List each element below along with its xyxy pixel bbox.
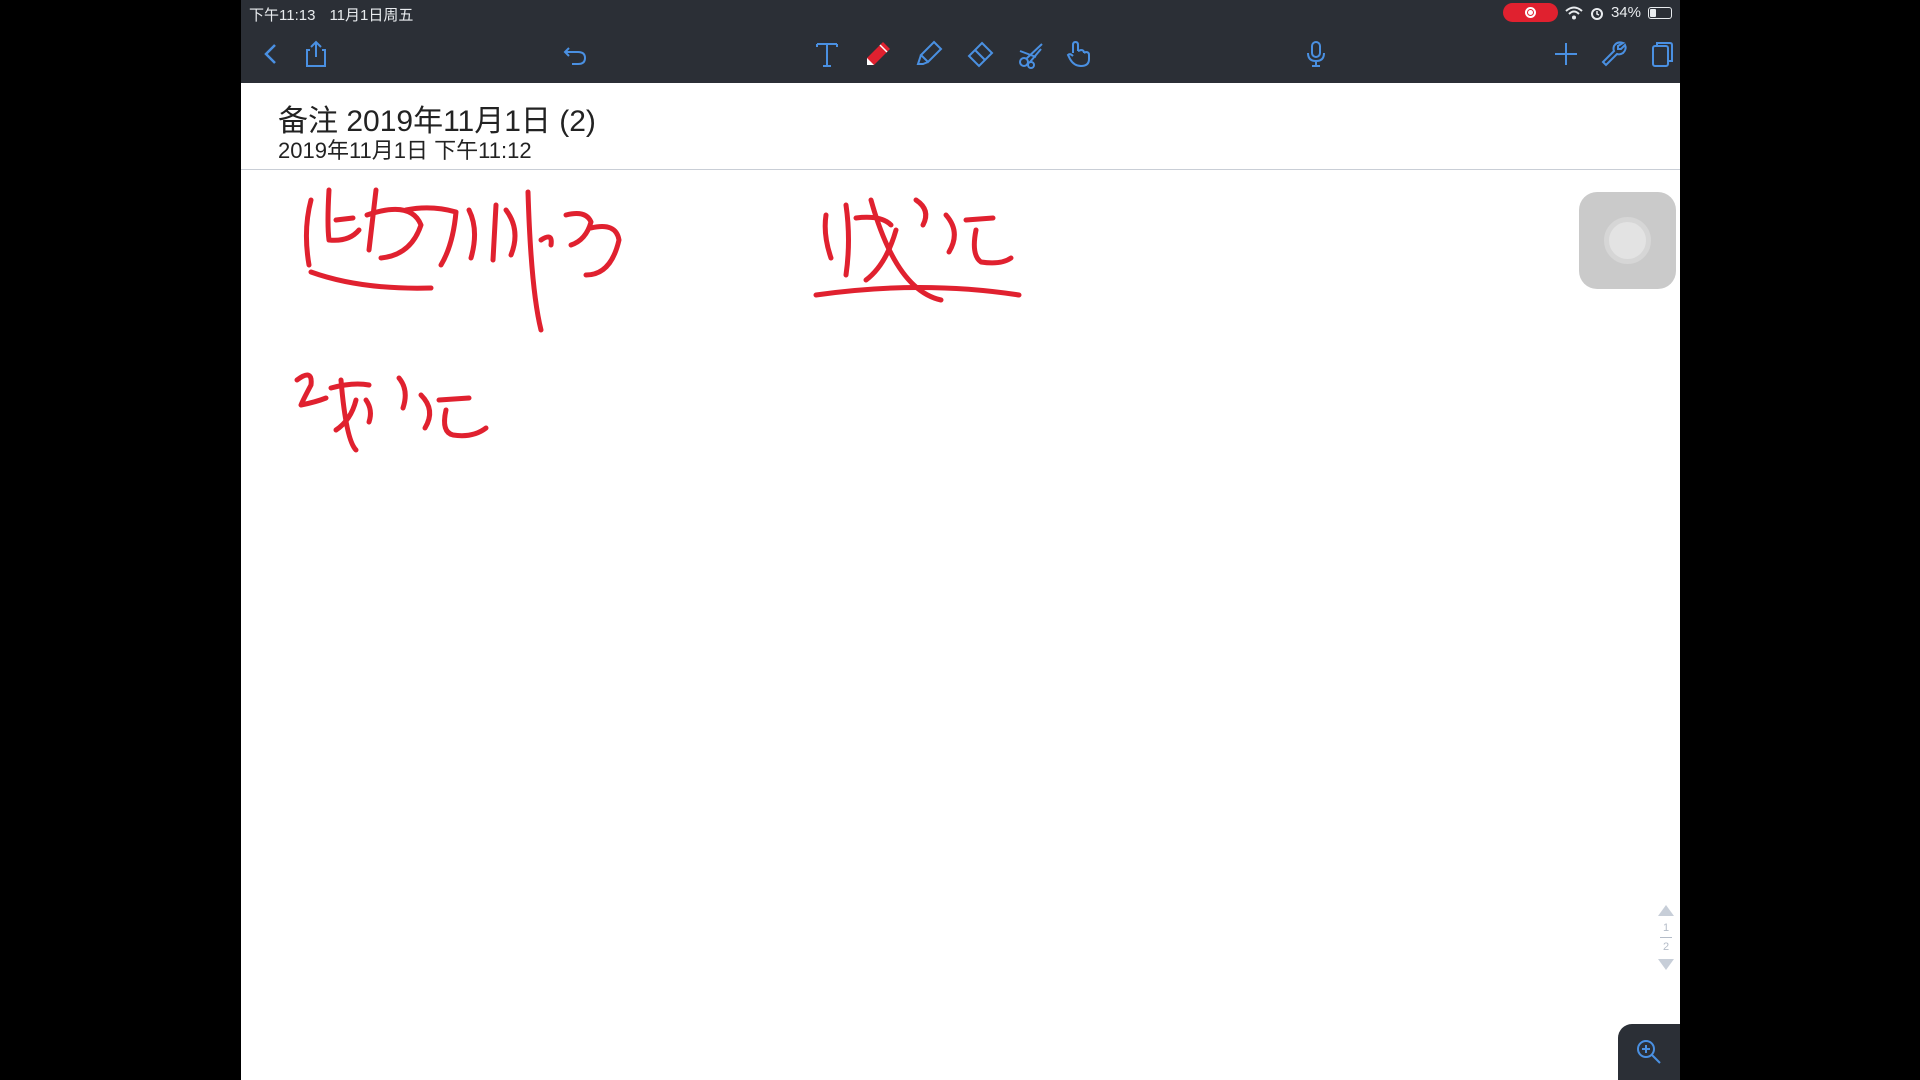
status-date: 11月1日周五 [329,7,414,24]
settings-button[interactable] [1594,34,1634,74]
total-pages: 2 [1662,941,1670,953]
page-down-icon[interactable] [1658,959,1674,970]
hand-pointer-icon [1066,40,1090,68]
eraser-icon [967,41,994,68]
highlighter-icon [916,40,943,65]
undo-icon [563,47,587,65]
pages-button[interactable] [1641,34,1680,74]
record-audio-button[interactable] [1296,34,1336,74]
assistive-touch-button[interactable] [1579,192,1676,289]
share-icon [306,40,326,67]
screen-recording-icon[interactable] [1502,3,1558,22]
current-page: 1 [1662,922,1670,934]
zoom-in-icon [1637,1040,1661,1064]
microphone-icon [1307,41,1325,67]
share-button[interactable] [296,34,336,74]
pen-tool-icon [867,42,890,65]
text-tool-button[interactable] [807,34,847,74]
handwritten-ink [294,187,1022,453]
page-divider [1660,937,1672,938]
status-time: 下午11:13 [249,7,316,24]
page-indicator[interactable]: 1 2 [1654,905,1678,995]
lasso-scissors-icon [1019,43,1043,69]
undo-button[interactable] [555,34,595,74]
assistive-touch-ring [1604,217,1651,264]
lasso-scissors-button[interactable] [1011,34,1051,74]
pen-tool-button[interactable] [858,34,898,74]
add-icon [1555,43,1577,65]
pages-icon [1652,42,1673,67]
battery-percent: 34% [1610,4,1641,21]
highlighter-button[interactable] [909,34,949,74]
wifi-icon [1565,6,1583,19]
settings-wrench-icon [1601,41,1627,67]
notability-screen: 下午11:13 11月1日周五 34% 备注 2019年11月1日 (2) 20… [241,0,1680,1080]
status-bar: 下午11:13 11月1日周五 34% [241,0,1680,26]
back-button[interactable] [251,34,291,74]
toolbar [241,26,1680,83]
add-button[interactable] [1546,34,1586,74]
zoom-button[interactable] [1618,1024,1680,1080]
note-created-date: 2019年11月1日 下午11:12 [278,138,532,163]
text-tool-icon [816,43,838,67]
battery-icon [1648,6,1672,19]
handwriting-canvas[interactable] [241,170,1680,1080]
alarm-icon [1590,7,1603,20]
eraser-button[interactable] [960,34,1000,74]
page-up-icon[interactable] [1658,905,1674,916]
hand-tool-button[interactable] [1058,34,1098,74]
note-header: 备注 2019年11月1日 (2) 2019年11月1日 下午11:12 [241,83,1680,170]
back-icon [264,44,276,64]
